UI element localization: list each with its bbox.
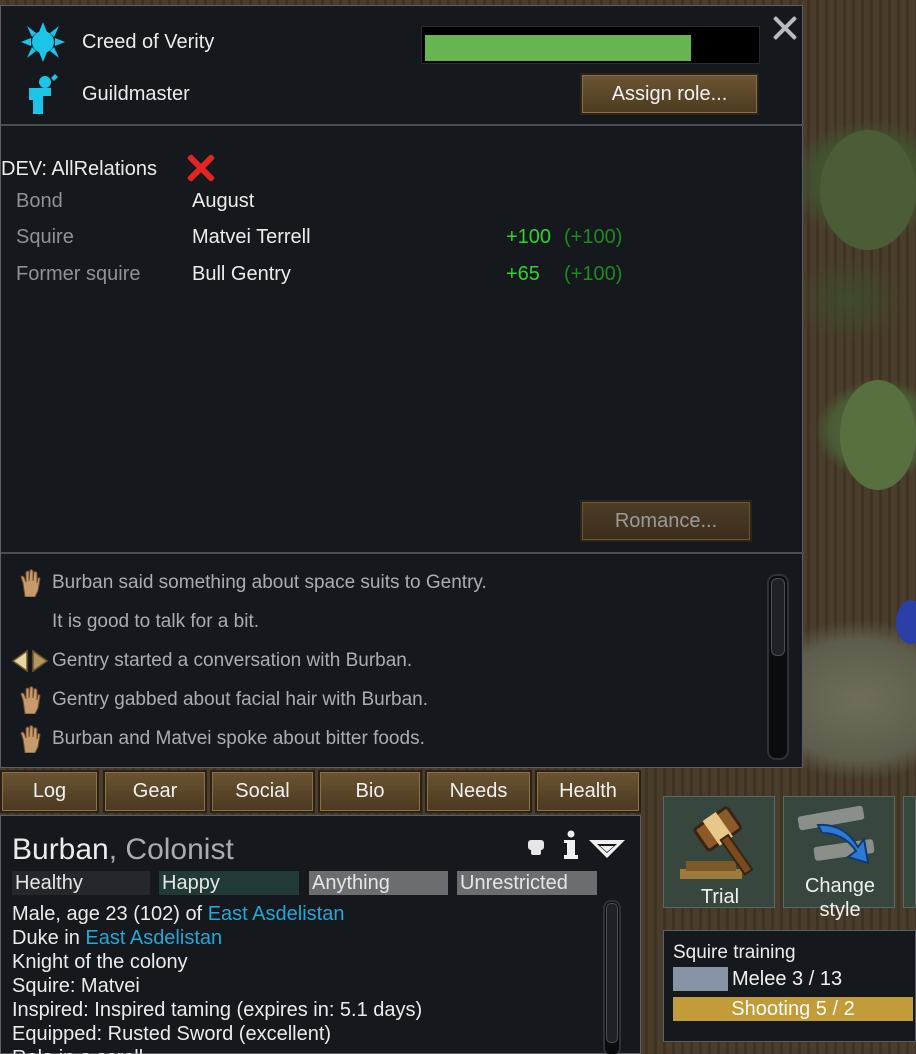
tab-health[interactable]: Health <box>535 770 641 813</box>
pawn-info: Male, age 23 (102) of East Asdelistan Du… <box>12 902 422 1054</box>
dev-relations-label: DEV: AllRelations <box>1 158 157 180</box>
relation-name: Bull Gentry <box>192 263 291 285</box>
info-scroll-thumb[interactable] <box>606 903 618 1043</box>
guildmaster-icon <box>21 74 65 114</box>
log-text: Burban said something about space suits … <box>52 572 487 593</box>
tree-foliage <box>840 380 916 490</box>
info-line: Duke in East Asdelistan <box>12 927 223 949</box>
gavel-icon <box>672 803 768 888</box>
relation-opinion: +100 <box>506 226 552 248</box>
certainty-bar <box>421 26 760 64</box>
close-icon[interactable] <box>769 12 801 44</box>
tab-bio[interactable]: Bio <box>318 770 422 813</box>
ideology-row[interactable]: Creed of Verity <box>21 22 214 62</box>
trial-label: Trial <box>700 886 740 908</box>
melee-bar <box>673 967 728 991</box>
relation-base-opinion: (+100) <box>564 226 623 248</box>
log-text: Burban and Matvei spoke about bitter foo… <box>52 728 425 749</box>
ideology-icon <box>21 22 65 62</box>
info-line: Squire: Matvei <box>12 975 140 997</box>
hand-icon <box>11 568 49 598</box>
tab-needs[interactable]: Needs <box>425 770 532 813</box>
relation-name: August <box>192 190 255 212</box>
relation-name: Matvei Terrell <box>192 226 311 248</box>
tab-gear[interactable]: Gear <box>103 770 207 813</box>
squire-training-title: Squire training <box>673 942 796 963</box>
pawn-title: Burban, Colonist <box>12 833 234 867</box>
hand-icon <box>11 685 49 715</box>
log-scroll-thumb[interactable] <box>771 578 785 656</box>
log-entry[interactable]: Gentry started a conversation with Burba… <box>11 645 761 677</box>
fist-icon[interactable] <box>525 836 547 863</box>
relation-type: Bond <box>16 190 63 212</box>
conversation-icon <box>11 646 49 676</box>
chevron-down-icon[interactable] <box>589 838 625 863</box>
log-entry[interactable]: It is good to talk for a bit. <box>11 606 761 638</box>
change-style-icon <box>794 803 884 878</box>
info-line: Role in a scroll <box>12 1046 422 1054</box>
status-health[interactable]: Healthy <box>12 871 150 895</box>
role-name: Guildmaster <box>82 82 190 105</box>
tree-foliage <box>820 130 916 250</box>
pawn-kind: , Colonist <box>108 833 234 866</box>
squire-training-panel: Squire training Melee 3 / 13 Shooting 5 … <box>663 930 916 1042</box>
romance-button[interactable]: Romance... <box>580 500 752 542</box>
info-line: Knight of the colony <box>12 951 188 973</box>
divider <box>1 552 804 554</box>
tab-social[interactable]: Social <box>210 770 315 813</box>
melee-label: Melee 3 / 13 <box>732 968 843 990</box>
faction-link[interactable]: East Asdelistan <box>208 903 345 925</box>
inspect-pane: Burban, Colonist Healthy Happy Anything … <box>0 815 641 1054</box>
trial-gizmo[interactable]: Trial <box>663 796 775 908</box>
gizmo-partial[interactable] <box>903 796 916 908</box>
status-mood[interactable]: Happy <box>159 871 299 895</box>
log-text: Gentry gabbed about facial hair with Bur… <box>52 689 429 710</box>
dev-toggle-x-icon[interactable] <box>184 151 218 185</box>
log-entry[interactable]: Gentry gabbed about facial hair with Bur… <box>11 684 761 716</box>
relation-opinion: +65 <box>506 263 540 285</box>
log-entry[interactable]: Burban and Matvei spoke about bitter foo… <box>11 723 761 755</box>
shooting-bar: Shooting 5 / 2 <box>673 997 913 1021</box>
assign-role-button[interactable]: Assign role... <box>580 73 759 115</box>
info-icon[interactable] <box>561 830 581 865</box>
relation-type: Former squire <box>16 263 141 285</box>
relation-type: Squire <box>16 226 74 248</box>
change-style-label-1: Change <box>804 875 876 897</box>
status-food-restriction[interactable]: Anything <box>309 871 448 895</box>
status-area-restriction[interactable]: Unrestricted <box>457 871 597 895</box>
info-scrollbar[interactable] <box>603 900 621 1054</box>
pawn-name[interactable]: Burban <box>12 833 109 866</box>
info-line: Male, age 23 (102) of East Asdelistan <box>12 903 345 925</box>
role-row[interactable]: Guildmaster <box>21 74 190 114</box>
hand-icon <box>11 724 49 754</box>
log-text: It is good to talk for a bit. <box>52 611 259 632</box>
relation-base-opinion: (+100) <box>564 263 623 285</box>
log-text: Gentry started a conversation with Burba… <box>52 650 413 671</box>
divider <box>1 124 804 126</box>
change-style-label-2: style <box>819 899 861 921</box>
relation-row[interactable]: Former squire Bull Gentry +65 (+100) <box>16 263 656 291</box>
info-line: Equipped: Rusted Sword (excellent) <box>12 1023 332 1045</box>
info-line: Inspired: Inspired taming (expires in: 5… <box>12 999 423 1021</box>
relation-row[interactable]: Squire Matvei Terrell +100 (+100) <box>16 226 656 254</box>
log-entry[interactable]: Burban said something about space suits … <box>11 567 761 599</box>
blue-item <box>896 600 916 644</box>
change-style-gizmo[interactable]: Change style <box>783 796 895 921</box>
relation-row[interactable]: Bond August <box>16 190 656 218</box>
certainty-bar-fill <box>425 35 692 61</box>
social-panel: Creed of Verity Guildmaster Assign role.… <box>0 5 804 768</box>
ideology-name: Creed of Verity <box>82 30 215 53</box>
title-faction-link[interactable]: East Asdelistan <box>85 927 222 949</box>
tab-log[interactable]: Log <box>0 770 99 813</box>
log-scrollbar[interactable] <box>767 574 789 760</box>
